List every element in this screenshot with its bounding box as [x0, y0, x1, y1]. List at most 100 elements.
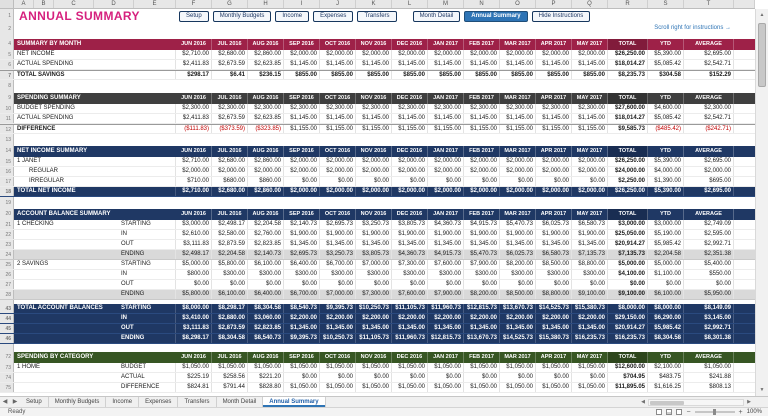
cell[interactable]: $1,100.00 [648, 270, 684, 279]
cell[interactable]: $2,000.00 [428, 157, 464, 166]
zoom-out-icon[interactable]: − [686, 409, 690, 416]
row-number[interactable]: 74 [0, 373, 14, 382]
cell[interactable]: $2,000.00 [320, 157, 356, 166]
month-header[interactable]: FEB 2017 [464, 352, 500, 363]
cell[interactable]: $2,000.00 [572, 167, 608, 176]
tab-scroll-left-icon[interactable]: ◀ [0, 397, 10, 407]
row-sublabel[interactable] [119, 177, 176, 186]
cell[interactable]: $8,000.00 [176, 304, 212, 313]
cell[interactable]: $300.00 [212, 270, 248, 279]
cell[interactable]: $1,145.00 [536, 60, 572, 69]
cell[interactable]: $2,873.59 [212, 240, 248, 249]
row-label[interactable]: REGULAR [14, 167, 119, 176]
cell[interactable]: $4,915.73 [428, 250, 464, 259]
row-number[interactable]: 20 [0, 209, 14, 220]
cell[interactable]: $7,135.73 [572, 250, 608, 259]
cell[interactable]: $10,250.73 [320, 334, 356, 343]
cell[interactable]: $2,760.00 [248, 230, 284, 239]
cell[interactable]: $2,000.00 [248, 167, 284, 176]
cell[interactable]: $1,345.00 [356, 240, 392, 249]
month-header[interactable]: OCT 2016 [320, 209, 356, 220]
cell-filler[interactable] [734, 220, 755, 229]
cell[interactable]: $11,105.73 [392, 304, 428, 313]
tab-scroll-right-icon[interactable]: ▶ [10, 397, 20, 407]
cell[interactable]: $0.00 [536, 177, 572, 186]
row-sublabel[interactable]: BUDGET [119, 363, 176, 372]
month-header[interactable]: JAN 2017 [428, 352, 464, 363]
cell[interactable]: $5,985.42 [648, 240, 684, 249]
cell[interactable]: $8,540.73 [248, 334, 284, 343]
cell[interactable]: $2,300.00 [320, 104, 356, 113]
cell[interactable]: $2,000.00 [572, 157, 608, 166]
cell[interactable]: $855.00 [500, 71, 536, 79]
cell[interactable]: $6,100.00 [212, 290, 248, 299]
cell[interactable]: $828.80 [248, 383, 284, 392]
cell[interactable]: $3,060.00 [248, 314, 284, 323]
cell[interactable]: $18,014.27 [608, 114, 648, 123]
zoom-level[interactable]: 100% [747, 409, 762, 415]
row-number[interactable]: 46 [0, 334, 14, 343]
cell[interactable]: $2,860.00 [248, 187, 284, 196]
cell[interactable]: $1,145.00 [392, 114, 428, 123]
month-header[interactable]: JUN 2016 [176, 209, 212, 220]
cell[interactable]: $2,498.17 [176, 250, 212, 259]
cell[interactable]: $2,000.00 [428, 167, 464, 176]
cell[interactable]: $300.00 [428, 270, 464, 279]
cell[interactable]: $1,050.00 [500, 383, 536, 392]
cell[interactable]: $1,155.00 [320, 125, 356, 133]
cell[interactable]: $1,345.00 [284, 324, 320, 333]
cell[interactable]: $12,815.73 [464, 304, 500, 313]
cell-filler[interactable] [734, 60, 755, 69]
row-number[interactable]: 14 [0, 146, 14, 157]
row-sublabel[interactable]: STARTING [119, 304, 176, 313]
row-number[interactable]: 44 [0, 314, 14, 323]
cell[interactable]: $0.00 [572, 280, 608, 289]
month-header[interactable]: FEB 2017 [464, 93, 500, 104]
cell[interactable]: $2,000.00 [392, 157, 428, 166]
cell[interactable]: $855.00 [356, 71, 392, 79]
row-number[interactable]: 11 [0, 114, 14, 123]
cell[interactable]: $300.00 [248, 270, 284, 279]
cell[interactable]: $27,600.00 [608, 104, 648, 113]
nav-button-expenses[interactable]: Expenses [313, 11, 353, 22]
cell[interactable]: $1,155.00 [464, 125, 500, 133]
month-header[interactable]: JUL 2016 [212, 352, 248, 363]
row-number[interactable]: 72 [0, 352, 14, 363]
cell-filler[interactable] [734, 104, 755, 113]
cell[interactable]: $6,025.73 [500, 250, 536, 259]
cell[interactable]: $0.00 [684, 280, 734, 289]
cell[interactable]: $1,155.00 [392, 125, 428, 133]
cell[interactable]: $1,155.00 [536, 125, 572, 133]
row-number[interactable]: 15 [0, 157, 14, 166]
cell[interactable]: $1,345.00 [500, 240, 536, 249]
cell[interactable]: $20,914.27 [608, 324, 648, 333]
cell[interactable]: $0.00 [572, 177, 608, 186]
column-header-R[interactable]: R [608, 0, 648, 8]
column-header-O[interactable]: O [500, 0, 536, 8]
cell-filler[interactable] [734, 71, 755, 79]
cell[interactable]: $2,351.38 [684, 250, 734, 259]
column-header-B[interactable]: B [34, 0, 54, 8]
cell[interactable]: $2,300.00 [500, 104, 536, 113]
cell[interactable]: $2,300.00 [428, 104, 464, 113]
normal-view-icon[interactable] [656, 409, 662, 415]
row-number[interactable]: 10 [0, 104, 14, 113]
cell[interactable]: $2,300.00 [284, 104, 320, 113]
cell[interactable]: $0.00 [284, 177, 320, 186]
cell[interactable]: $5,800.00 [212, 260, 248, 269]
month-header[interactable]: JAN 2017 [428, 93, 464, 104]
cell-filler[interactable] [734, 167, 755, 176]
column-header-Q[interactable]: Q [572, 0, 608, 8]
month-header[interactable]: FEB 2017 [464, 146, 500, 157]
cell[interactable]: $2,610.00 [176, 230, 212, 239]
cell-filler[interactable] [734, 177, 755, 186]
row-label[interactable] [14, 373, 119, 382]
cell[interactable]: $2,000.00 [500, 157, 536, 166]
cell[interactable]: ($242.71) [684, 125, 734, 133]
cell[interactable]: $7,000.00 [356, 260, 392, 269]
row-sublabel[interactable] [119, 157, 176, 166]
cell[interactable]: $0.00 [428, 373, 464, 382]
cell-filler[interactable] [734, 125, 755, 133]
month-header[interactable]: JUL 2016 [212, 146, 248, 157]
cell[interactable]: $2,000.00 [572, 187, 608, 196]
